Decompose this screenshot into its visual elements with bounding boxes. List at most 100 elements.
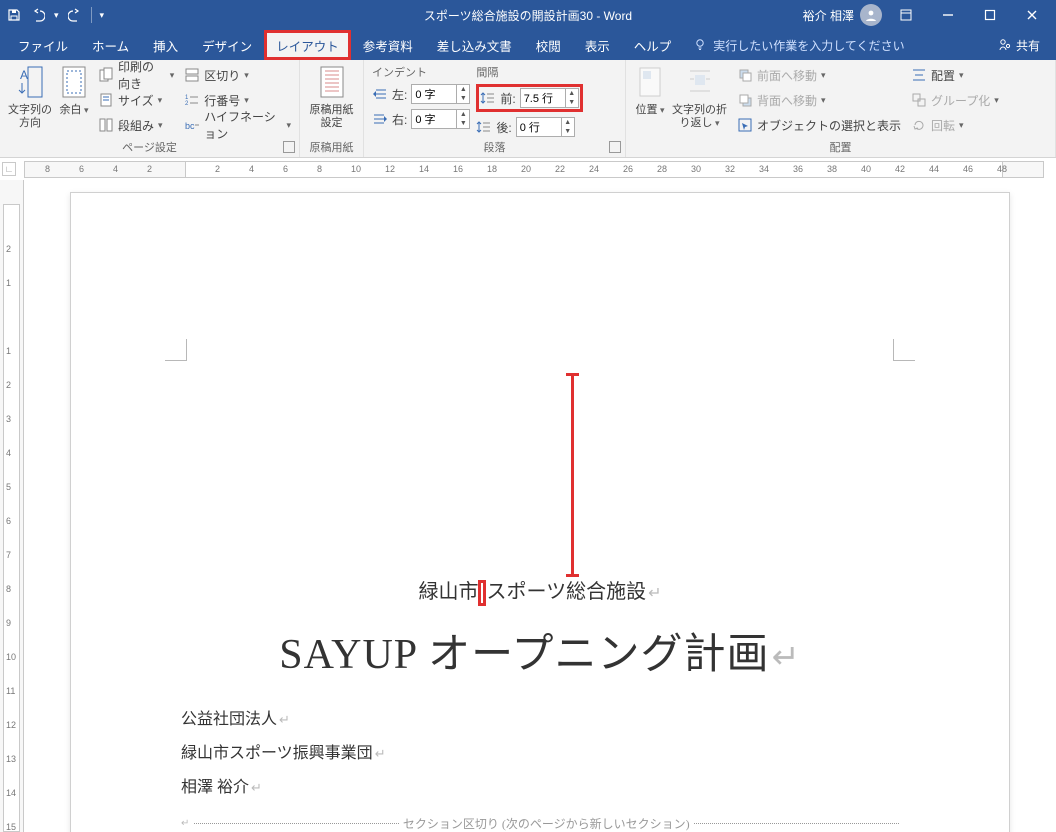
- main-title[interactable]: SAYUP オープニング計画↵: [181, 620, 899, 681]
- ribbon-display-options-icon[interactable]: [888, 0, 924, 30]
- send-backward-button: 背面へ移動▾: [737, 89, 901, 111]
- horizontal-ruler[interactable]: 8642246810121416182022242628303234363840…: [24, 161, 1044, 178]
- group-page-setup: A 文字列の 方向 余白 ▾ 印刷の向き▾ サイズ▾ 段組み▾ 区切り▾ 12行…: [0, 60, 300, 157]
- text-direction-icon[interactable]: A: [14, 64, 46, 100]
- undo-icon[interactable]: [30, 7, 46, 23]
- spacing-before-highlight: 前: ▲▼: [476, 84, 582, 112]
- subtitle-pre: 緑山市: [418, 581, 478, 603]
- spinner-up-icon[interactable]: ▲: [562, 118, 574, 127]
- tab-review[interactable]: 校閲: [524, 30, 573, 60]
- indent-left-spinner[interactable]: ▲▼: [411, 84, 470, 104]
- indent-right-icon: [372, 111, 388, 127]
- subtitle-line[interactable]: 緑山市スポーツ総合施設↵: [181, 575, 899, 606]
- tab-layout[interactable]: レイアウト: [264, 30, 351, 60]
- body-line-3[interactable]: 相澤 裕介↵: [181, 773, 899, 797]
- breaks-button[interactable]: 区切り▾: [184, 64, 291, 86]
- orientation-button[interactable]: 印刷の向き▾: [98, 64, 174, 86]
- body-line-2[interactable]: 緑山市スポーツ振興事業団↵: [181, 739, 899, 763]
- document-body[interactable]: 緑山市スポーツ総合施設↵ SAYUP オープニング計画↵ 公益社団法人↵ 緑山市…: [181, 575, 899, 832]
- user-avatar-icon[interactable]: [860, 4, 882, 26]
- tab-design[interactable]: デザイン: [190, 30, 264, 60]
- indent-right-spinner[interactable]: ▲▼: [411, 109, 470, 129]
- page: 緑山市スポーツ総合施設↵ SAYUP オープニング計画↵ 公益社団法人↵ 緑山市…: [70, 192, 1010, 832]
- group-paragraph: インデント 左: ▲▼ 右: ▲▼ 間隔 前: ▲▼ 後: ▲▼: [364, 60, 626, 157]
- save-icon[interactable]: [6, 7, 22, 23]
- svg-text:bc: bc: [185, 121, 195, 131]
- breaks-icon: [184, 67, 200, 83]
- rotate-icon: [911, 117, 927, 133]
- tab-references[interactable]: 参考資料: [351, 30, 425, 60]
- ruler-area: ∟ 86422468101214161820222426283032343638…: [0, 158, 1056, 180]
- indent-left-input[interactable]: [412, 85, 456, 103]
- bring-forward-icon: [737, 67, 753, 83]
- selection-pane-button[interactable]: オブジェクトの選択と表示: [737, 114, 901, 136]
- position-label: 位置 ▾: [635, 104, 664, 117]
- vertical-ruler[interactable]: 2112345678910111213141516: [0, 180, 24, 832]
- svg-text:A: A: [20, 68, 28, 82]
- margins-icon[interactable]: [58, 64, 90, 100]
- spacing-after-spinner[interactable]: ▲▼: [516, 117, 575, 137]
- minimize-button[interactable]: [930, 0, 966, 30]
- tab-file[interactable]: ファイル: [6, 30, 80, 60]
- spinner-up-icon[interactable]: ▲: [457, 110, 469, 119]
- svg-text:2: 2: [185, 101, 189, 107]
- group-manuscript: 原稿用紙 設定 原稿用紙: [300, 60, 364, 157]
- workspace: 2112345678910111213141516 緑山市スポーツ総合施設↵ S…: [0, 180, 1056, 832]
- indent-right-label: 右:: [392, 111, 407, 128]
- spacing-after-icon: [476, 119, 492, 135]
- spinner-up-icon[interactable]: ▲: [566, 89, 578, 98]
- section-break-marker: ↵ セクション区切り (次のページから新しいセクション): [181, 815, 899, 832]
- spacing-after-label: 後:: [496, 119, 511, 136]
- margins-label: 余白 ▾: [59, 104, 88, 117]
- redo-icon[interactable]: [67, 7, 83, 23]
- align-button[interactable]: 配置▾: [911, 64, 999, 86]
- spinner-down-icon[interactable]: ▼: [457, 94, 469, 103]
- spinner-down-icon[interactable]: ▼: [457, 119, 469, 128]
- qat-customize-icon[interactable]: ▾: [100, 10, 105, 21]
- paragraph-mark-icon: ↵: [375, 747, 386, 761]
- spacing-annotation-line: [571, 373, 574, 577]
- share-button[interactable]: 共有: [988, 30, 1050, 60]
- group-paragraph-label: 段落: [364, 139, 625, 155]
- maximize-button[interactable]: [972, 0, 1008, 30]
- size-button[interactable]: サイズ▾: [98, 89, 174, 111]
- paragraph-mark-icon: ↵: [279, 713, 290, 727]
- indent-right-input[interactable]: [412, 110, 456, 128]
- tab-mailings[interactable]: 差し込み文書: [425, 30, 524, 60]
- tab-view[interactable]: 表示: [573, 30, 622, 60]
- tab-insert[interactable]: 挿入: [141, 30, 190, 60]
- selection-pane-icon: [737, 117, 753, 133]
- align-icon: [911, 67, 927, 83]
- manuscript-icon[interactable]: [316, 64, 348, 100]
- document-area[interactable]: 緑山市スポーツ総合施設↵ SAYUP オープニング計画↵ 公益社団法人↵ 緑山市…: [24, 180, 1056, 832]
- body-line-1[interactable]: 公益社団法人↵: [181, 705, 899, 729]
- tab-selector[interactable]: ∟: [2, 162, 16, 176]
- hyphenation-button[interactable]: bcハイフネーション▾: [184, 114, 291, 136]
- spinner-down-icon[interactable]: ▼: [566, 98, 578, 107]
- page-setup-dialog-launcher[interactable]: [283, 141, 295, 153]
- spinner-up-icon[interactable]: ▲: [457, 85, 469, 94]
- spinner-down-icon[interactable]: ▼: [562, 127, 574, 136]
- tell-me-placeholder: 実行したい作業を入力してください: [713, 37, 904, 54]
- indent-left-icon: [372, 86, 388, 102]
- paragraph-mark-icon: ↵: [251, 781, 262, 795]
- lightbulb-icon: [693, 37, 707, 54]
- tell-me-search[interactable]: 実行したい作業を入力してください: [683, 30, 914, 60]
- close-button[interactable]: [1014, 0, 1050, 30]
- columns-icon: [98, 117, 114, 133]
- tab-home[interactable]: ホーム: [80, 30, 141, 60]
- columns-button[interactable]: 段組み▾: [98, 114, 174, 136]
- margin-corner-tl: [165, 339, 187, 361]
- spacing-before-spinner[interactable]: ▲▼: [520, 88, 579, 108]
- manuscript-label: 原稿用紙 設定: [310, 104, 354, 130]
- quick-access-toolbar: ▾ ▾: [6, 7, 104, 23]
- tab-help[interactable]: ヘルプ: [622, 30, 684, 60]
- document-title: スポーツ総合施設の開設計画30 - Word: [424, 7, 632, 24]
- spacing-before-input[interactable]: [521, 89, 565, 107]
- undo-dropdown-icon[interactable]: ▾: [54, 10, 59, 21]
- paragraph-mark-icon: ↵: [181, 818, 190, 829]
- send-backward-icon: [737, 92, 753, 108]
- paragraph-dialog-launcher[interactable]: [609, 141, 621, 153]
- bring-forward-button: 前面へ移動▾: [737, 64, 901, 86]
- spacing-after-input[interactable]: [517, 118, 561, 136]
